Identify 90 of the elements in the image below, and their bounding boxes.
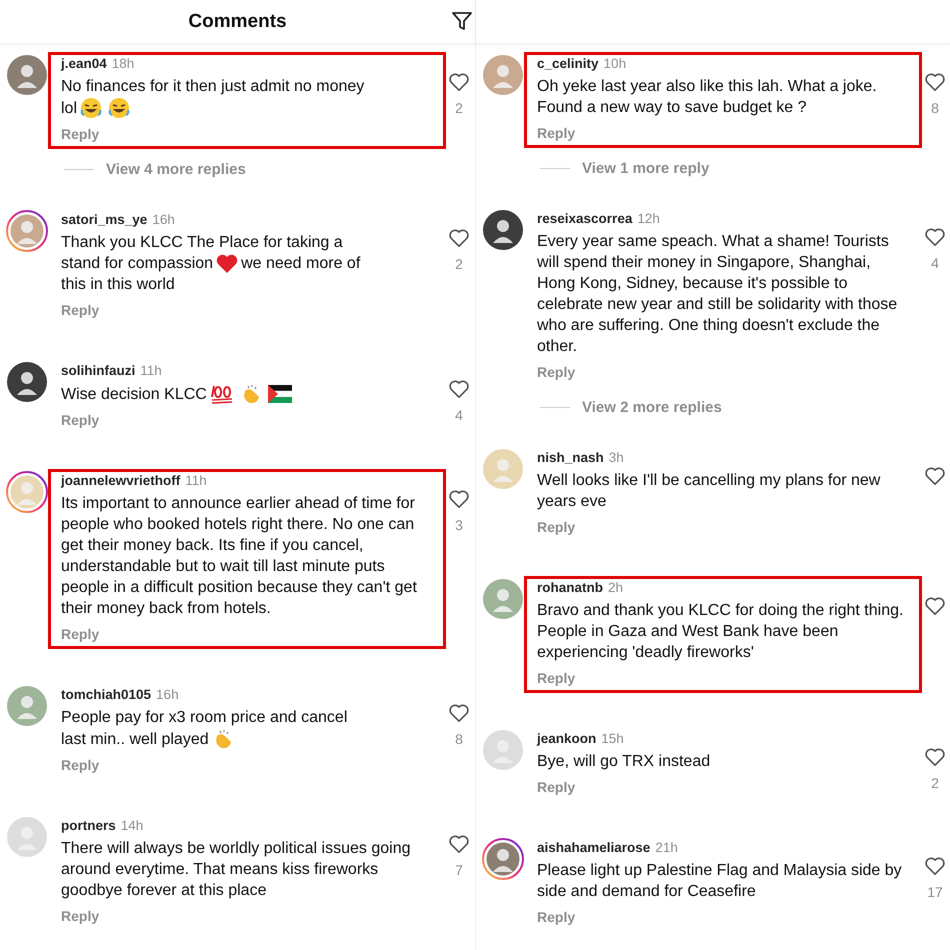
comment-time: 18h [112,55,134,72]
like-heart-icon[interactable] [924,596,946,616]
like-count: 4 [931,255,939,271]
comment-time: 16h [152,211,175,228]
like-heart-icon[interactable] [448,834,470,854]
avatar[interactable] [6,361,48,403]
comment-time: 11h [140,362,162,379]
comment-time: 21h [655,839,678,856]
username[interactable]: rohanatnb [537,579,603,596]
comment-text: Every year same speach. What a shame! Tourists will spend their money in Singapore, Shanghai, Hong Kong, Sidney, because it's possible to celebrate new year and still be solidarity with those who are suffering. One thing doesn't exclude the other. [537,232,898,357]
reply-button[interactable]: Reply [61,126,100,143]
filter-icon[interactable] [451,10,473,32]
like-count: 2 [455,256,463,272]
reply-button[interactable]: Reply [537,779,576,796]
avatar[interactable] [482,838,524,880]
reply-button[interactable]: Reply [61,626,100,643]
like-count: 7 [455,862,463,878]
view-replies-link[interactable]: View 4 more replies [106,161,246,178]
comment-text: Well looks like I'll be cancelling my plans for new years eve [537,471,882,512]
like-count: 8 [931,100,939,116]
comment-time: 10h [604,55,626,72]
comment-text: stand for compassion [61,254,214,274]
view-replies-link[interactable]: View 1 more reply [582,160,710,177]
like-heart-icon[interactable] [924,72,946,92]
username[interactable]: reseixascorrea [537,210,632,227]
comment-text: we need more of [241,254,360,274]
comment-time: 14h [120,817,144,834]
comment-text: lol [61,98,78,118]
like-count: 3 [455,517,463,533]
comment-text: Oh yeke last year also like this lah. What a joke. Found a new way to save budget ke ? [537,77,878,118]
like-heart-icon[interactable] [448,72,470,92]
like-count: 17 [927,884,943,900]
comment-text: Please light up Palestine Flag and Malaysia side by side and demand for Ceasefire [537,861,903,902]
username[interactable]: nish_nash [537,449,604,466]
username[interactable]: c_celinity [537,55,599,72]
comment-text: People pay for x3 room price and cancel [61,708,348,728]
comment-text: Bravo and thank you KLCC for doing the right thing. People in Gaza and West Bank have been experiencing 'deadly fireworks' [537,601,904,663]
comment-text: Wise decision KLCC [61,384,207,404]
like-heart-icon[interactable] [448,489,470,509]
username[interactable]: jeankoon [537,730,596,747]
comment-time: 15h [601,730,624,747]
comment-text: Bye, will go TRX instead [537,752,712,772]
like-heart-icon[interactable] [924,747,946,767]
reply-button[interactable]: Reply [61,757,100,774]
username[interactable]: joannelewvriethoff [61,472,180,489]
score-icon [210,383,234,405]
comment-text: No finances for it then just admit no money [61,77,364,97]
reply-button[interactable]: Reply [537,519,576,536]
comment-time: 12h [637,210,660,227]
comment-text: Thank you KLCC The Place for taking a [61,233,343,253]
comment-time: 3h [608,449,624,466]
comments-title: Comments [188,10,287,32]
reply-button[interactable]: Reply [537,909,576,926]
like-heart-icon[interactable] [448,228,470,248]
laughing-face-icon [80,97,102,119]
like-count: 2 [931,775,939,791]
like-count: 4 [455,407,463,423]
comment-text: Its important to announce earlier ahead of time for people who booked hotels right there. No one can get their money back. Its fine if you cancel, understandable but to wait till last minute puts people in a difficult position because they can't get their money back from hotels. [61,494,418,619]
laughing-face-icon [108,97,130,119]
like-heart-icon[interactable] [448,379,470,399]
reply-button[interactable]: Reply [537,125,576,142]
heart-icon [216,254,238,274]
flag-icon [268,385,292,403]
comment-text: There will always be worldly political issues going around everytime. That means kiss fireworks goodbye forever at this place [61,839,412,901]
like-count: 8 [455,731,463,747]
like-count: 2 [455,100,463,116]
view-replies-link[interactable]: View 2 more replies [582,399,722,416]
avatar[interactable] [6,210,48,252]
reply-button[interactable]: Reply [61,302,100,319]
username[interactable]: aishahameliarose [537,839,650,856]
username[interactable]: tomchiah0105 [61,686,152,703]
like-heart-icon[interactable] [924,856,946,876]
avatar[interactable] [6,471,48,513]
like-heart-icon[interactable] [448,703,470,723]
like-heart-icon[interactable] [924,466,946,486]
reply-button[interactable]: Reply [61,908,100,925]
like-heart-icon[interactable] [924,227,946,247]
reply-button[interactable]: Reply [537,364,576,381]
username[interactable]: j.ean04 [61,55,107,72]
reply-button[interactable]: Reply [537,670,576,687]
comment-time: 16h [156,686,179,703]
comment-text: last min.. well played [61,730,209,750]
reply-button[interactable]: Reply [61,412,100,429]
username[interactable]: solihinfauzi [61,362,136,379]
username[interactable]: portners [61,817,116,834]
comment-text: this in this world [61,275,175,295]
comment-time: 11h [185,472,207,489]
comment-time: 2h [608,579,624,596]
username[interactable]: satori_ms_ye [61,211,148,228]
avatar[interactable] [482,209,524,251]
